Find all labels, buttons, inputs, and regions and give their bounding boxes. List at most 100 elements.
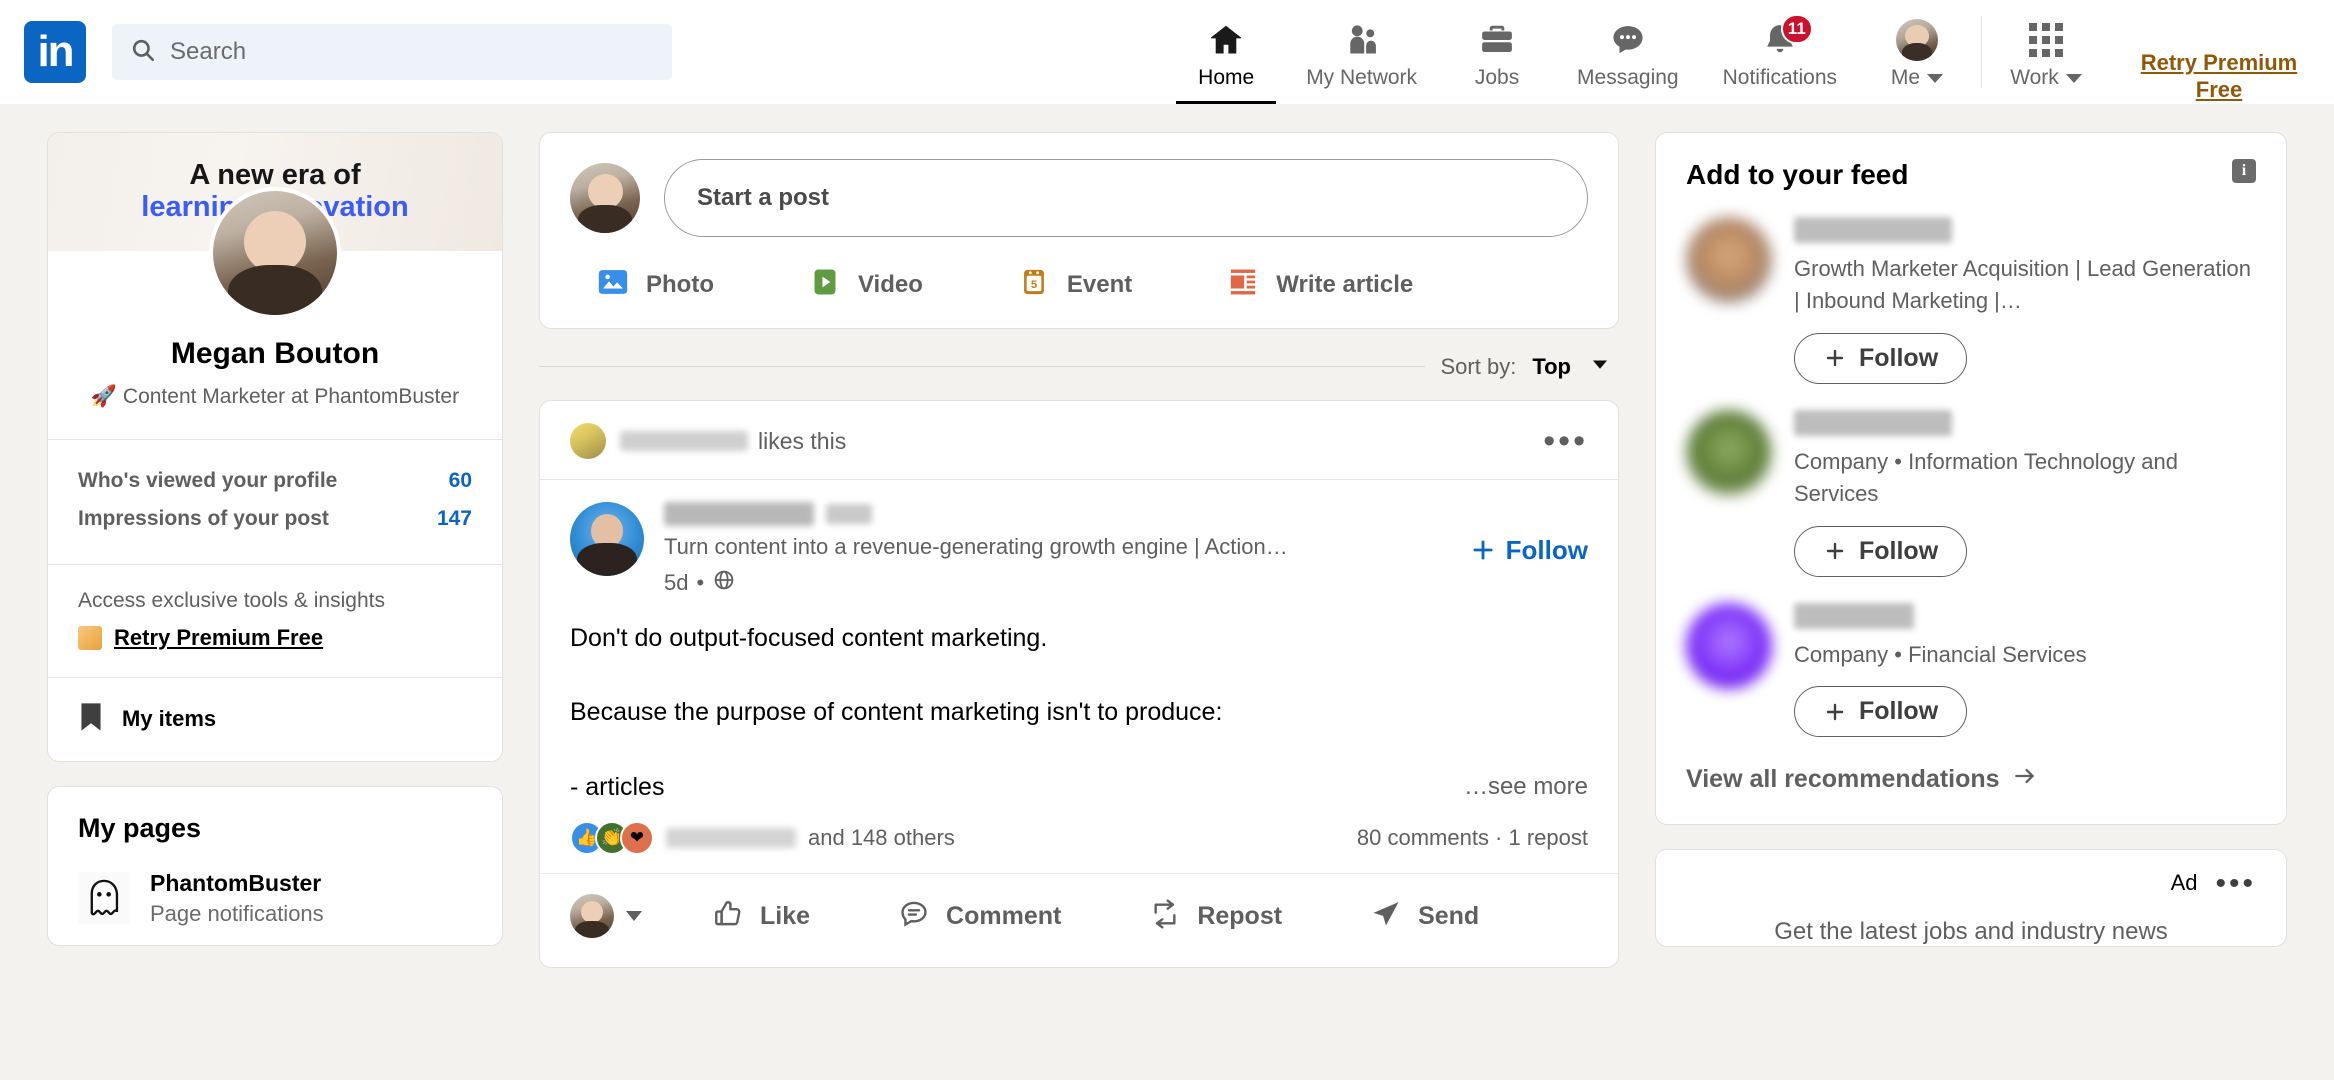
composer-action-event[interactable]: 5 Event [1017,265,1132,304]
list-item[interactable]: PhantomBuster Page notifications [78,870,472,927]
avatar[interactable] [570,894,614,939]
message-bubble-icon [1609,20,1647,60]
page-subtitle: Page notifications [150,900,324,926]
my-pages-title: My pages [78,812,202,843]
repost-label: Repost [1197,901,1283,930]
composer-top-row: Start a post [570,159,1588,237]
nav-item-jobs[interactable]: Jobs [1439,0,1555,104]
nav-label-me: Me [1890,66,1944,90]
comment-icon [898,898,930,935]
nav-item-home[interactable]: Home [1168,0,1284,104]
sidebar-retry-premium-free-link[interactable]: Retry Premium Free [78,625,472,651]
post-line-3: - articles [570,772,665,801]
comment-button[interactable]: Comment [880,888,1079,945]
follow-author-button[interactable]: Follow [1470,535,1588,566]
nav-label-notifications: Notifications [1722,66,1837,89]
search-box[interactable] [112,24,672,80]
reaction-icons[interactable]: 👍 👏 ❤ [570,820,654,855]
composer-action-video[interactable]: Video [808,265,923,304]
follow-button[interactable]: Follow [1794,525,1968,577]
nav-label-messaging: Messaging [1577,66,1679,89]
chevron-down-icon[interactable] [626,911,642,922]
notifications-badge: 11 [1780,14,1813,44]
linkedin-logo-icon[interactable]: in [24,21,86,83]
follow-button[interactable]: Follow [1794,686,1968,738]
composer-action-label: Write article [1276,270,1414,298]
nav-item-work[interactable]: Work [1988,0,2104,104]
avatar[interactable] [570,163,640,233]
send-button[interactable]: Send [1352,888,1497,945]
my-pages: My pages PhantomBuster Page notification… [48,787,502,927]
search-input[interactable] [170,24,654,80]
redacted-actor-name [620,431,748,451]
profile-avatar[interactable] [209,187,341,319]
nav-label-work: Work [2010,66,2082,90]
post-context-row: likes this ••• [540,401,1618,479]
post-last-line-row: - articles …see more [570,769,1588,805]
sidebar-item-my-items[interactable]: My items [48,678,502,761]
bookmark-icon [78,702,104,737]
nav-item-notifications[interactable]: 11 Notifications [1701,0,1859,104]
retry-premium-free-link[interactable]: Retry Premium Free [2104,50,2334,104]
ghost-icon [78,872,130,925]
comments-and-reposts[interactable]: 80 comments · 1 repost [1357,825,1588,851]
main-feed: Start a post Photo Video 5 Event Write a… [539,132,1619,1080]
ad-label: Ad [2170,870,2198,896]
nav-items: Home My Network Jobs Messaging 11 Notifi… [1168,0,2334,104]
post-context-text: likes this [758,427,847,454]
follow-label: Follow [1859,697,1939,726]
info-icon[interactable]: i [2232,159,2256,183]
sort-value[interactable]: Top [1532,354,1571,380]
avatar[interactable] [570,502,644,576]
nav-item-me[interactable]: Me [1859,0,1975,104]
start-a-post-button[interactable]: Start a post [664,159,1588,237]
post-more-options-button[interactable]: ••• [1543,423,1588,458]
stat-label: Who's viewed your profile [78,469,338,493]
follow-label: Follow [1859,536,1939,565]
post-time: 5d [664,570,689,595]
see-more-button[interactable]: …see more [1464,770,1588,805]
nav-divider [1981,16,1982,88]
avatar[interactable] [1686,217,1772,303]
repost-button[interactable]: Repost [1131,888,1300,945]
calendar-icon: 5 [1017,265,1051,304]
feed-entry-description: Growth Marketer Acquisition | Lead Gener… [1794,256,2251,313]
redacted-entity-name [1794,602,1914,629]
chevron-down-icon[interactable] [2065,73,2082,83]
post-author-info: Turn content into a revenue-generating g… [664,502,1452,598]
post-meta: 5d • [664,568,1452,598]
chevron-down-icon[interactable] [1587,351,1613,382]
post-social-proof: 👍 👏 ❤ and 148 others 80 comments · 1 rep… [540,805,1618,873]
composer-action-photo[interactable]: Photo [596,265,714,304]
premium-subtitle: Access exclusive tools & insights [78,589,385,613]
nav-item-messaging[interactable]: Messaging [1555,0,1701,104]
globe-icon [712,568,736,598]
feed-entry-description: Company • Information Technology and Ser… [1794,448,2178,506]
post-composer-card: Start a post Photo Video 5 Event Write a… [539,132,1619,329]
profile-name[interactable]: Megan Bouton [70,337,480,371]
list-item: Growth Marketer Acquisition | Lead Gener… [1686,191,2256,384]
composer-action-write-article[interactable]: Write article [1226,265,1413,304]
like-button[interactable]: Like [694,888,828,945]
avatar[interactable] [1686,602,1772,689]
stat-row-post-impressions[interactable]: Impressions of your post 147 [78,500,472,538]
photo-icon [596,265,630,304]
ad-more-options-button[interactable]: ••• [2215,868,2256,898]
chevron-down-icon[interactable] [1927,73,1944,83]
stat-value: 60 [448,469,472,493]
post-line-1: Don't do output-focused content marketin… [570,624,1048,652]
composer-action-label: Event [1066,270,1133,298]
nav-item-my-network[interactable]: My Network [1284,0,1439,104]
page-name: PhantomBuster [150,869,322,896]
follow-button[interactable]: Follow [1794,332,1968,384]
premium-upsell: Access exclusive tools & insights Retry … [48,565,502,676]
nav-label-me-text: Me [1890,66,1921,89]
page-body: A new era of learning innovation Megan B… [0,104,2334,1080]
avatar[interactable] [1686,409,1772,496]
stat-row-profile-views[interactable]: Who's viewed your profile 60 [78,462,472,500]
avatar[interactable] [570,423,606,459]
comment-label: Comment [946,901,1062,930]
view-all-label: View all recommendations [1686,765,2000,794]
post-meta-separator: • [696,570,705,595]
view-all-recommendations-link[interactable]: View all recommendations [1656,737,2286,824]
